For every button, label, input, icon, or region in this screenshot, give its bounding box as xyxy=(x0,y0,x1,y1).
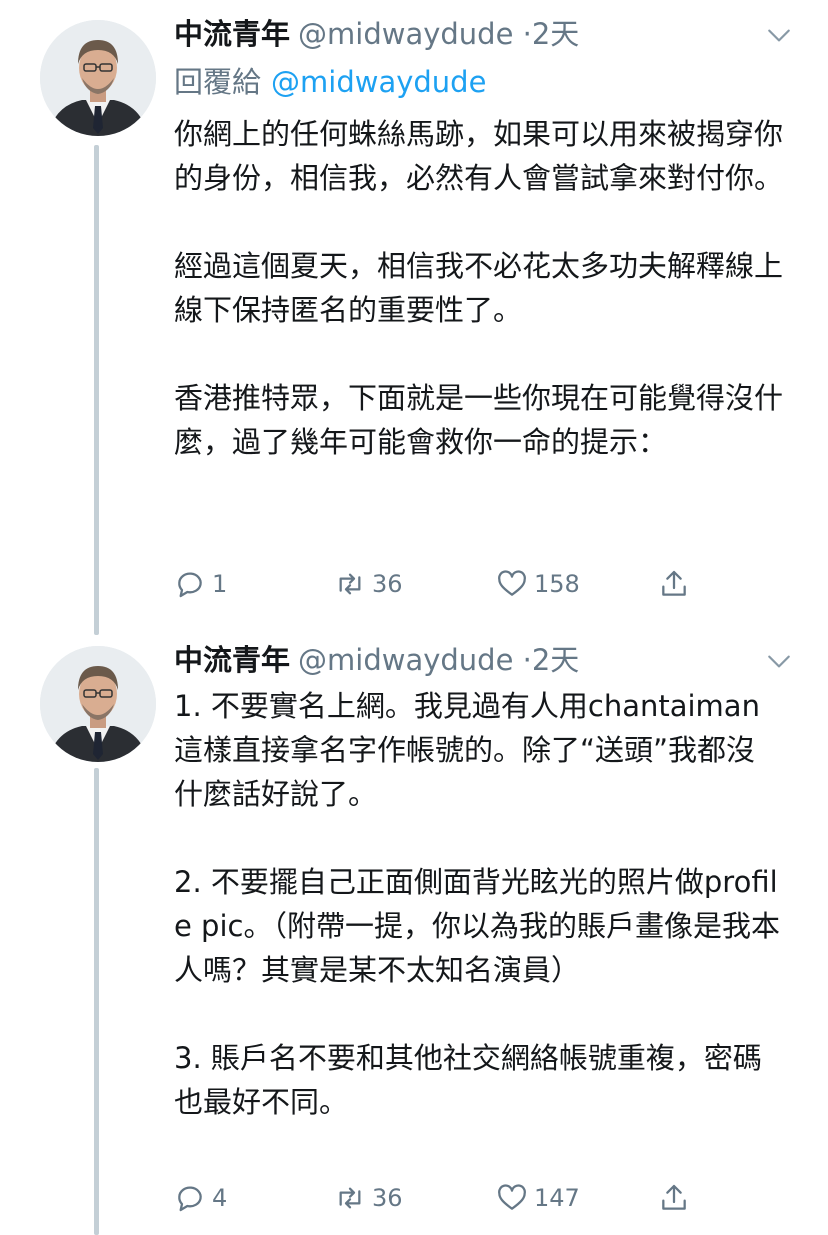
timestamp[interactable]: 2天 xyxy=(532,643,579,677)
reply-to-line: 回覆給 @midwaydude xyxy=(174,64,486,100)
like-button[interactable]: 147 xyxy=(496,1178,580,1218)
reply-button[interactable]: 4 xyxy=(174,1178,227,1218)
share-icon xyxy=(662,570,686,596)
tweet-actions: 4 36 147 xyxy=(174,1178,704,1218)
tweet[interactable]: 中流青年 @midwaydude ·2天 回覆給 @midwaydude 你網上的任… xyxy=(0,0,828,630)
tweet-text: 1. 不要實名上網。我見過有人用chantaiman這樣直接拿名字作帳號的。除了… xyxy=(174,689,780,1119)
reply-icon xyxy=(178,572,202,598)
separator-dot: · xyxy=(522,17,532,51)
user-handle[interactable]: @midwaydude xyxy=(298,643,513,677)
reply-count: 4 xyxy=(212,1184,228,1212)
like-button[interactable]: 158 xyxy=(496,564,580,604)
like-count: 147 xyxy=(534,1184,580,1212)
share-icon xyxy=(662,1184,686,1210)
tweet-text: 你網上的任何蛛絲馬跡，如果可以用來被揭穿你的身份，相信我，必然有人會嘗試拿來對付… xyxy=(174,117,784,459)
share-button[interactable] xyxy=(658,564,690,604)
display-name[interactable]: 中流青年 xyxy=(174,643,290,677)
tweet-header: 中流青年 @midwaydude ·2天 xyxy=(174,16,579,52)
tweet[interactable]: 中流青年 @midwaydude ·2天 1. 不要實名上網。我見過有人用chan… xyxy=(0,640,828,1235)
retweet-button[interactable]: 36 xyxy=(334,564,403,604)
separator-dot: · xyxy=(522,643,532,677)
avatar[interactable] xyxy=(40,646,156,762)
reply-to-label: 回覆給 xyxy=(174,65,262,99)
reply-count: 1 xyxy=(212,570,228,598)
like-count: 158 xyxy=(534,570,580,598)
avatar[interactable] xyxy=(40,20,156,136)
user-handle[interactable]: @midwaydude xyxy=(298,17,513,51)
display-name[interactable]: 中流青年 xyxy=(174,17,290,51)
retweet-button[interactable]: 36 xyxy=(334,1178,403,1218)
share-button[interactable] xyxy=(658,1178,690,1218)
tweet-header: 中流青年 @midwaydude ·2天 xyxy=(174,642,579,678)
retweet-count: 36 xyxy=(372,570,403,598)
retweet-count: 36 xyxy=(372,1184,403,1212)
reply-to-mention[interactable]: @midwaydude xyxy=(271,65,486,99)
like-icon xyxy=(498,1184,526,1210)
chevron-down-icon[interactable] xyxy=(766,648,792,674)
reply-button[interactable]: 1 xyxy=(174,564,227,604)
retweet-icon xyxy=(339,1187,361,1209)
chevron-down-icon[interactable] xyxy=(766,22,792,48)
tweet-actions: 1 36 158 xyxy=(174,564,704,604)
retweet-icon xyxy=(339,573,361,595)
timestamp[interactable]: 2天 xyxy=(532,17,579,51)
like-icon xyxy=(498,570,526,596)
reply-icon xyxy=(178,1186,202,1212)
